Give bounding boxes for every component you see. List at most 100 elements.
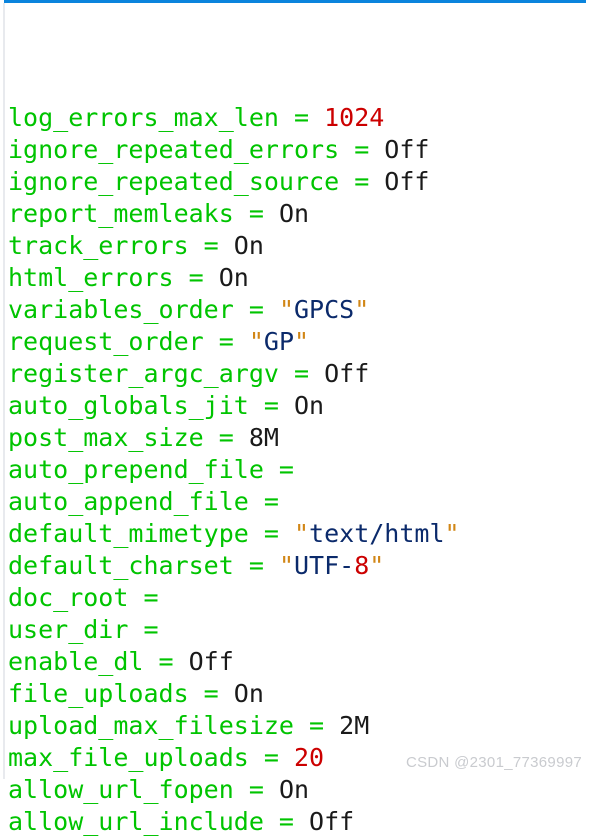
directive-value: Off [173,647,234,676]
string-value: GPCS [294,295,355,324]
code-line: track_errors = On [8,230,594,262]
numeric-value: 20 [278,743,325,772]
directive-value: On [263,199,310,228]
directive-value: Off [369,167,430,196]
directive-key: post_max_size [8,423,204,452]
directive-value: On [218,231,264,260]
code-line: auto_globals_jit = On [8,390,594,422]
string-value: GP [263,327,294,356]
equals-sign: = [233,199,264,228]
directive-key: variables_order [8,295,234,324]
code-line: default_mimetype = "text/html" [8,518,594,550]
directive-key: html_errors [8,263,174,292]
directive-key: user_dir [8,615,129,644]
code-line: request_order = "GP" [8,326,594,358]
code-line: html_errors = On [8,262,594,294]
top-accent-rule [4,0,586,3]
directive-key: default_charset [8,551,234,580]
code-line: enable_dl = Off [8,646,594,678]
code-line: log_errors_max_len = 1024 [8,102,594,134]
directive-key: auto_append_file [8,487,249,516]
directive-value: 2M [324,711,370,740]
code-line: upload_max_filesize = 2M [8,710,594,742]
code-line: auto_prepend_file = [8,454,594,486]
directive-key: auto_globals_jit [8,391,249,420]
directive-value: 8M [233,423,279,452]
code-line: allow_url_include = Off [8,806,594,838]
equals-sign: = [188,231,219,260]
close-quote: " [354,295,370,324]
directive-key: track_errors [8,231,189,260]
equals-sign: = [128,583,159,612]
equals-sign: = [128,615,159,644]
directive-value: On [263,775,310,804]
directive-key: file_uploads [8,679,189,708]
equals-sign: = [188,679,219,708]
directive-key: allow_url_fopen [8,775,234,804]
directive-key: auto_prepend_file [8,455,264,484]
equals-sign: = [248,519,279,548]
equals-sign: = [278,359,310,388]
code-line: post_max_size = 8M [8,422,594,454]
directive-value: On [203,263,249,292]
numeric-value: 8 [354,551,370,580]
equals-sign: = [233,551,264,580]
directive-key: report_memleaks [8,199,234,228]
close-quote: " [369,551,385,580]
code-line: user_dir = [8,614,594,646]
directive-key: ignore_repeated_errors [8,135,340,164]
code-line: default_charset = "UTF-8" [8,550,594,582]
code-line: variables_order = "GPCS" [8,294,594,326]
code-line: doc_root = [8,582,594,614]
directive-key: log_errors_max_len [8,103,279,132]
directive-key: register_argc_argv [8,359,279,388]
directive-key: doc_root [8,583,129,612]
equals-sign: = [173,263,204,292]
open-quote: " [278,519,310,548]
close-quote: " [444,519,460,548]
equals-sign: = [248,743,279,772]
directive-key: default_mimetype [8,519,249,548]
code-line: auto_append_file = [8,486,594,518]
directive-key: max_file_uploads [8,743,249,772]
code-screenshot: log_errors_max_len = 1024 ignore_repeated… [0,0,594,836]
directive-value: Off [369,135,430,164]
directive-value: On [278,391,325,420]
code-line: file_uploads = On [8,678,594,710]
code-line: report_memleaks = On [8,198,594,230]
equals-sign: = [233,775,264,804]
directive-key: request_order [8,327,204,356]
directive-value: Off [293,807,355,836]
close-quote: " [294,327,310,356]
directive-key: enable_dl [8,647,144,676]
code-block: log_errors_max_len = 1024 ignore_repeated… [8,6,594,838]
equals-sign: = [339,135,370,164]
directive-key: allow_url_include [8,807,264,836]
equals-sign: = [339,167,370,196]
directive-value: On [218,679,264,708]
directive-key: upload_max_filesize [8,711,294,740]
string-value: UTF- [294,551,355,580]
code-line: register_argc_argv = Off [8,358,594,390]
code-line: ignore_repeated_errors = Off [8,134,594,166]
csdn-watermark: CSDN @2301_77369997 [405,754,582,771]
open-quote: " [263,295,294,324]
directive-key: ignore_repeated_source [8,167,340,196]
equals-sign: = [278,103,310,132]
equals-sign: = [263,807,294,836]
left-gutter-rule [3,3,5,779]
code-line: ignore_repeated_source = Off [8,166,594,198]
equals-sign: = [203,423,234,452]
equals-sign: = [248,487,279,516]
equals-sign: = [143,647,174,676]
string-value: text/html [309,519,445,548]
open-quote: " [263,551,294,580]
equals-sign: = [293,711,325,740]
equals-sign: = [263,455,294,484]
equals-sign: = [203,327,234,356]
numeric-value: 1024 [309,103,385,132]
equals-sign: = [248,391,279,420]
directive-value: Off [309,359,370,388]
open-quote: " [233,327,264,356]
equals-sign: = [233,295,264,324]
